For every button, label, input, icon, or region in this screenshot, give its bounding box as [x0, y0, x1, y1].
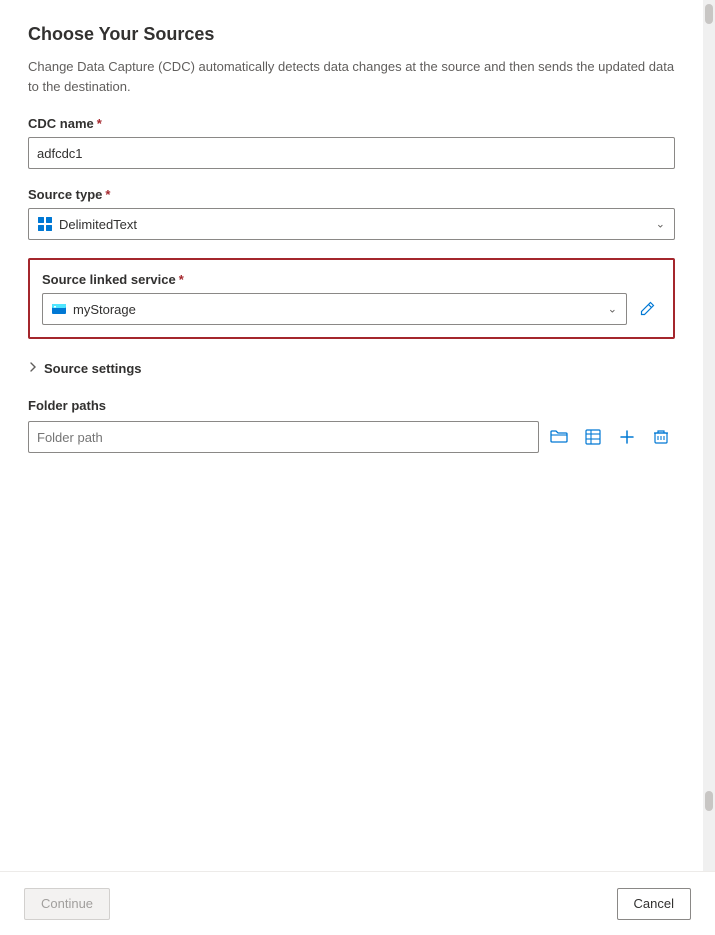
source-linked-service-label: Source linked service * — [42, 272, 661, 287]
cdc-name-label: CDC name * — [28, 116, 675, 131]
table-icon — [585, 429, 601, 445]
folder-paths-label: Folder paths — [28, 398, 675, 413]
trash-icon — [653, 429, 669, 445]
linked-service-select-wrapper: myStorage ⌄ — [42, 293, 627, 325]
source-linked-service-required: * — [179, 272, 184, 287]
source-type-group: Source type * DelimitedText — [28, 187, 675, 240]
folder-paths-group: Folder paths — [28, 398, 675, 453]
delimited-text-icon — [37, 216, 53, 232]
source-type-label: Source type * — [28, 187, 675, 202]
plus-icon — [619, 429, 635, 445]
page-title: Choose Your Sources — [28, 24, 675, 45]
cdc-name-group: CDC name * — [28, 116, 675, 169]
linked-service-row: myStorage ⌄ — [42, 293, 661, 325]
cancel-button[interactable]: Cancel — [617, 888, 691, 920]
storage-icon — [51, 301, 67, 317]
scrollbar-thumb-top[interactable] — [705, 4, 713, 24]
folder-open-icon — [550, 429, 568, 445]
chevron-right-icon — [28, 361, 38, 373]
scrollbar[interactable] — [703, 0, 715, 871]
source-type-required: * — [105, 187, 110, 202]
source-settings-chevron-icon — [28, 361, 38, 376]
folder-path-input[interactable] — [28, 421, 539, 453]
pencil-icon — [639, 301, 655, 317]
add-folder-path-button[interactable] — [613, 423, 641, 451]
delete-folder-path-button[interactable] — [647, 423, 675, 451]
source-settings-row[interactable]: Source settings — [28, 357, 675, 380]
browse-folder-button[interactable] — [545, 423, 573, 451]
page-description: Change Data Capture (CDC) automatically … — [28, 57, 675, 96]
scrollbar-thumb-bottom[interactable] — [705, 791, 713, 811]
linked-service-value: myStorage — [73, 302, 136, 317]
browse-schema-button[interactable] — [579, 423, 607, 451]
folder-path-row — [28, 421, 675, 453]
footer: Continue Cancel — [0, 871, 715, 935]
cdc-name-input[interactable] — [28, 137, 675, 169]
source-settings-label: Source settings — [44, 361, 142, 376]
continue-button[interactable]: Continue — [24, 888, 110, 920]
source-type-value: DelimitedText — [59, 217, 137, 232]
cdc-name-required: * — [97, 116, 102, 131]
source-linked-service-group: Source linked service * myStorage — [28, 258, 675, 339]
linked-service-select[interactable]: myStorage — [42, 293, 627, 325]
source-type-select[interactable]: DelimitedText — [28, 208, 675, 240]
edit-linked-service-button[interactable] — [633, 293, 661, 325]
source-type-select-wrapper: DelimitedText ⌄ — [28, 208, 675, 240]
